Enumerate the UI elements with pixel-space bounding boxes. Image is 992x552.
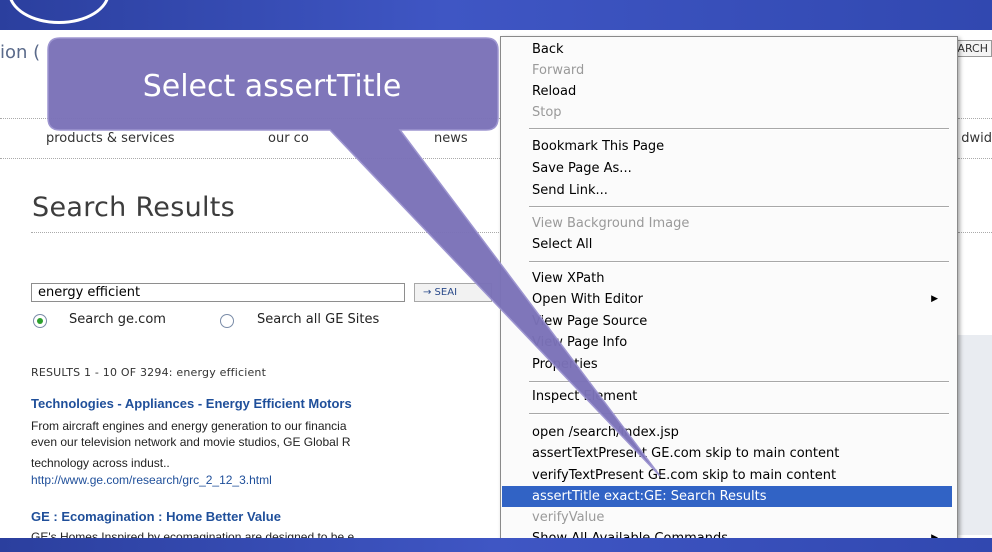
radio-label-search-all: Search all GE Sites bbox=[257, 312, 380, 327]
menu-separator bbox=[529, 413, 949, 415]
menu-item-save-page[interactable]: Save Page As... bbox=[502, 158, 952, 179]
nav-our-company[interactable]: our co bbox=[268, 131, 309, 146]
search-button[interactable]: → SEAI bbox=[414, 283, 492, 302]
context-menu: Back Forward Reload Stop Bookmark This P… bbox=[500, 36, 958, 552]
submenu-arrow-icon: ▶ bbox=[931, 294, 938, 304]
menu-item-forward[interactable]: Forward bbox=[502, 60, 952, 81]
callout-text: Select assertTitle bbox=[142, 68, 402, 104]
slide-bottom-band bbox=[0, 538, 992, 552]
menu-item-label: Open With Editor bbox=[532, 292, 643, 307]
result-title[interactable]: GE : Ecomagination : Home Better Value bbox=[31, 509, 281, 524]
menu-item-bookmark[interactable]: Bookmark This Page bbox=[502, 136, 952, 157]
menu-item-verify-value[interactable]: verifyValue bbox=[502, 507, 952, 528]
menu-item-send-link[interactable]: Send Link... bbox=[502, 180, 952, 201]
nav-news[interactable]: news bbox=[434, 131, 468, 146]
dotted-divider bbox=[958, 158, 992, 159]
result-title[interactable]: Technologies - Appliances - Energy Effic… bbox=[31, 396, 352, 411]
nav-worldwide[interactable]: dwid bbox=[961, 131, 992, 146]
menu-item-open-with-editor[interactable]: Open With Editor ▶ bbox=[502, 289, 952, 310]
menu-item-view-page-info[interactable]: View Page Info bbox=[502, 332, 952, 353]
search-input[interactable]: energy efficient bbox=[31, 283, 405, 302]
result-snippet: even our television network and movie st… bbox=[31, 435, 351, 449]
menu-item-view-xpath[interactable]: View XPath bbox=[502, 268, 952, 289]
menu-item-reload[interactable]: Reload bbox=[502, 81, 952, 102]
menu-item-open-command[interactable]: open /search/index.jsp bbox=[502, 422, 952, 443]
result-snippet: technology across indust.. bbox=[31, 456, 170, 470]
menu-item-properties[interactable]: Properties bbox=[502, 354, 952, 375]
dotted-divider bbox=[31, 232, 501, 233]
site-title-fragment: ion ( bbox=[0, 42, 41, 63]
menu-item-view-page-source[interactable]: View Page Source bbox=[502, 311, 952, 332]
radio-icon[interactable] bbox=[220, 314, 234, 328]
result-snippet: From aircraft engines and energy generat… bbox=[31, 419, 347, 433]
menu-item-assert-title[interactable]: assertTitle exact:GE: Search Results bbox=[502, 486, 952, 507]
menu-item-view-background[interactable]: View Background Image bbox=[502, 213, 952, 234]
radio-label-search-ge: Search ge.com bbox=[69, 312, 166, 327]
menu-item-select-all[interactable]: Select All bbox=[502, 234, 952, 255]
result-link[interactable]: http://www.ge.com/research/grc_2_12_3.ht… bbox=[31, 473, 272, 487]
dotted-divider bbox=[0, 158, 500, 159]
nav-products-services[interactable]: products & services bbox=[46, 131, 175, 146]
menu-separator bbox=[529, 206, 949, 208]
menu-separator bbox=[529, 381, 949, 383]
page-title: Search Results bbox=[32, 192, 236, 223]
radio-icon[interactable] bbox=[33, 314, 47, 328]
menu-item-stop[interactable]: Stop bbox=[502, 102, 952, 123]
slide-top-band bbox=[0, 0, 992, 30]
top-search-fragment[interactable]: ARCH bbox=[953, 40, 992, 57]
menu-item-assert-text-present[interactable]: assertTextPresent GE.com skip to main co… bbox=[502, 443, 952, 464]
results-count: RESULTS 1 - 10 OF 3294: energy efficient bbox=[31, 366, 267, 379]
menu-separator bbox=[529, 128, 949, 130]
menu-item-back[interactable]: Back bbox=[502, 39, 952, 60]
menu-item-verify-text-present[interactable]: verifyTextPresent GE.com skip to main co… bbox=[502, 465, 952, 486]
dotted-divider bbox=[958, 232, 992, 233]
menu-item-inspect-element[interactable]: Inspect Element bbox=[502, 386, 952, 407]
menu-separator bbox=[529, 261, 949, 263]
dotted-divider bbox=[958, 118, 992, 119]
result-snippet: GE's Homes Inspired by ecomagination are… bbox=[31, 530, 355, 538]
